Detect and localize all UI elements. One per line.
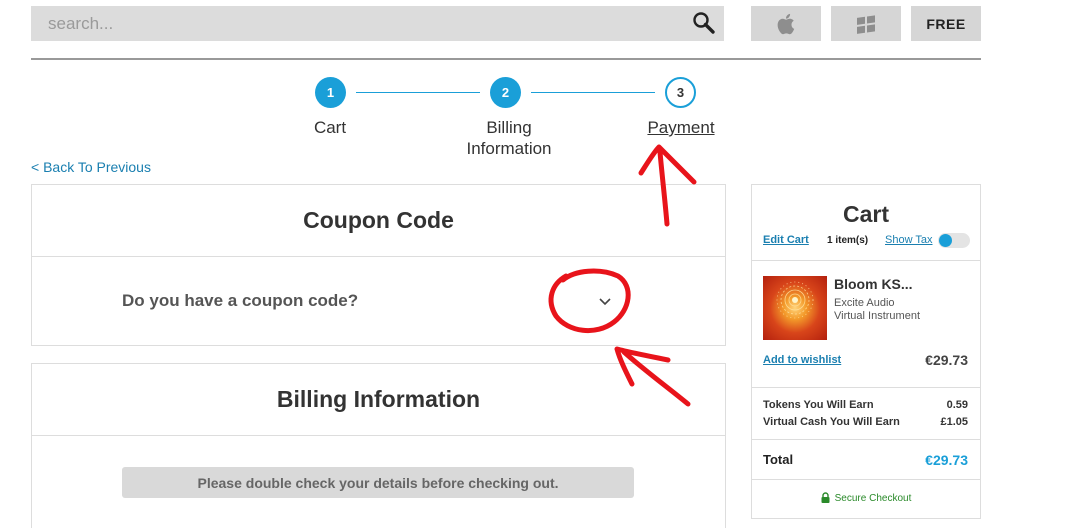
coupon-question: Do you have a coupon code?: [122, 291, 359, 310]
step-1-circle: 1: [315, 77, 346, 108]
free-button[interactable]: FREE: [911, 6, 981, 41]
product-maker: Excite Audio: [834, 297, 895, 309]
billing-notice: Please double check your details before …: [122, 467, 634, 498]
step-billing-label[interactable]: Billing Information: [450, 117, 568, 159]
apple-icon: [777, 13, 795, 34]
windows-icon: [857, 14, 875, 34]
divider: [31, 58, 981, 60]
secure-checkout-label: Secure Checkout: [834, 493, 912, 504]
step-3-circle: 3: [665, 77, 696, 108]
divider: [752, 387, 980, 388]
search-input[interactable]: [31, 6, 681, 41]
search-icon[interactable]: [692, 11, 716, 35]
divider: [752, 479, 980, 480]
edit-cart-link[interactable]: Edit Cart: [763, 234, 809, 246]
add-to-wishlist-link[interactable]: Add to wishlist: [763, 354, 841, 366]
back-to-previous-link[interactable]: < Back To Previous: [31, 159, 151, 175]
chevron-down-icon[interactable]: [598, 297, 612, 307]
search-bar: [31, 6, 724, 41]
windows-platform-button[interactable]: [831, 6, 901, 41]
toggle-knob: [939, 234, 952, 247]
cart-summary: Cart Edit Cart 1 item(s) Show Tax Bloom …: [751, 184, 981, 519]
secure-checkout-badge: Secure Checkout: [752, 492, 980, 504]
cart-item-count: 1 item(s): [827, 235, 869, 246]
tokens-label: Tokens You Will Earn: [763, 399, 874, 411]
total-label: Total: [763, 452, 794, 467]
total-value: €29.73: [925, 452, 968, 468]
virtual-cash-label: Virtual Cash You Will Earn: [763, 416, 900, 428]
coupon-panel: Coupon Code Do you have a coupon code?: [31, 184, 726, 346]
divider: [752, 439, 980, 440]
coupon-toggle-row[interactable]: Do you have a coupon code?: [32, 257, 725, 345]
coupon-header: Coupon Code: [32, 185, 725, 257]
coupon-title: Coupon Code: [303, 207, 454, 233]
billing-title: Billing Information: [276, 386, 481, 412]
show-tax-toggle[interactable]: [938, 233, 970, 248]
divider: [752, 260, 980, 261]
step-cart-label[interactable]: Cart: [290, 117, 370, 138]
step-2-circle: 2: [490, 77, 521, 108]
step-connector: [356, 92, 480, 93]
product-price: €29.73: [925, 352, 968, 368]
product-thumbnail[interactable]: [763, 276, 827, 340]
step-payment-label[interactable]: Payment: [636, 117, 726, 138]
cart-title: Cart: [842, 201, 889, 227]
step-connector: [531, 92, 655, 93]
billing-panel: Billing Information Please double check …: [31, 363, 726, 528]
tokens-value: 0.59: [946, 399, 968, 411]
product-type: Virtual Instrument: [834, 310, 921, 322]
billing-header: Billing Information: [32, 364, 725, 436]
lock-icon: [821, 492, 830, 503]
product-name[interactable]: Bloom KS...: [834, 276, 913, 292]
show-tax-link[interactable]: Show Tax: [885, 234, 933, 246]
product-artwork: [776, 281, 814, 319]
mac-platform-button[interactable]: [751, 6, 821, 41]
virtual-cash-value: £1.05: [940, 416, 968, 428]
